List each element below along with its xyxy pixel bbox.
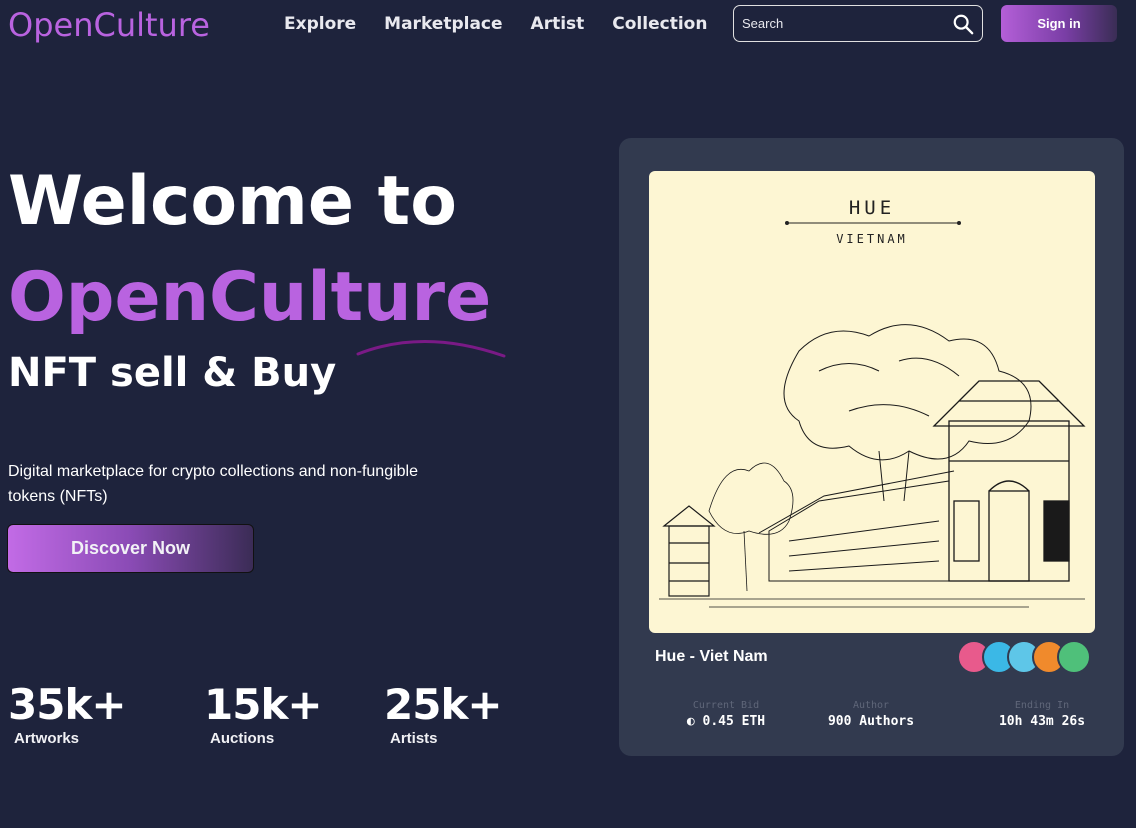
- nav-collection[interactable]: Collection: [612, 14, 707, 34]
- search-icon[interactable]: [952, 13, 974, 35]
- ending-value: 10h 43m 26s: [998, 714, 1086, 729]
- avatar[interactable]: [1057, 640, 1091, 674]
- hero-subtitle: NFT sell & Buy: [8, 350, 337, 396]
- art-heading: HUE: [849, 197, 895, 219]
- stat-value: 35k+: [8, 680, 127, 729]
- nft-artwork-image[interactable]: HUE VIETNAM: [649, 171, 1095, 633]
- author-info: Author 900 Authors: [811, 700, 931, 729]
- stat-auctions: 15k+ Auctions: [204, 680, 323, 747]
- stat-artists: 25k+ Artists: [384, 680, 503, 747]
- current-bid-value: ◐ 0.45 ETH: [686, 714, 766, 729]
- sign-in-button[interactable]: Sign in: [1001, 5, 1117, 42]
- nav-explore[interactable]: Explore: [284, 14, 356, 34]
- search-input[interactable]: [742, 16, 952, 31]
- stat-value: 25k+: [384, 680, 503, 729]
- hue-sketch-illustration: HUE VIETNAM: [659, 197, 1086, 608]
- featured-nft-card[interactable]: HUE VIETNAM Hue - Viet Nam Current Bid ◐…: [619, 138, 1124, 756]
- underline-swoosh: [356, 340, 506, 358]
- ending-time: Ending In 10h 43m 26s: [977, 700, 1107, 729]
- stat-value: 15k+: [204, 680, 323, 729]
- ending-label: Ending In: [1014, 700, 1070, 711]
- hero-title-line1: Welcome to: [8, 162, 457, 241]
- brand-logo[interactable]: OpenCulture: [8, 6, 210, 44]
- current-bid-label: Current Bid: [692, 700, 760, 711]
- author-label: Author: [852, 700, 890, 711]
- hero-description: Digital marketplace for crypto collectio…: [8, 463, 418, 505]
- discover-now-button[interactable]: Discover Now: [7, 524, 254, 573]
- stat-artworks: 35k+ Artworks: [8, 680, 127, 747]
- nav-artist[interactable]: Artist: [531, 14, 585, 34]
- eth-icon: ◐: [686, 714, 695, 729]
- search-box: [733, 5, 983, 42]
- hero-title-brand: OpenCulture: [8, 258, 492, 337]
- author-value: 900 Authors: [827, 714, 915, 729]
- stat-label: Auctions: [210, 730, 275, 747]
- nft-title[interactable]: Hue - Viet Nam: [655, 648, 768, 666]
- main-nav: Explore Marketplace Artist Collection: [284, 14, 735, 34]
- nav-marketplace[interactable]: Marketplace: [384, 14, 502, 34]
- current-bid: Current Bid ◐ 0.45 ETH: [666, 700, 786, 729]
- stat-label: Artists: [390, 730, 438, 747]
- stat-label: Artworks: [14, 730, 80, 747]
- author-avatars[interactable]: [957, 640, 1091, 674]
- art-subheading: VIETNAM: [836, 232, 908, 246]
